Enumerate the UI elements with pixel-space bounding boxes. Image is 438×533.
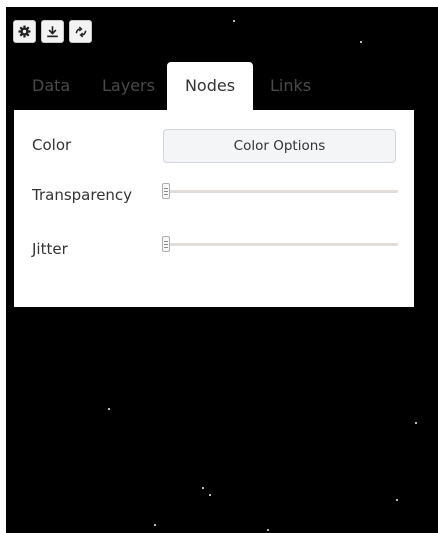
gear-icon <box>18 25 31 38</box>
tab-layers[interactable]: Layers <box>102 62 155 110</box>
star-dot <box>415 422 417 424</box>
tab-nodes[interactable]: Nodes <box>167 62 253 110</box>
tab-bar: Data Layers Nodes Links <box>14 62 414 110</box>
slider-track <box>162 190 398 193</box>
star-dot <box>360 41 362 43</box>
settings-button[interactable] <box>13 20 36 43</box>
color-options-button[interactable]: Color Options <box>163 129 396 163</box>
star-dot <box>233 20 235 22</box>
refresh-icon <box>75 26 86 37</box>
star-dot <box>108 408 110 410</box>
download-icon <box>47 26 58 38</box>
download-button[interactable] <box>41 20 64 43</box>
jitter-slider[interactable] <box>162 236 398 254</box>
jitter-label: Jitter <box>32 240 68 258</box>
refresh-button[interactable] <box>69 20 92 43</box>
transparency-label: Transparency <box>32 186 133 204</box>
star-dot <box>154 524 156 526</box>
star-dot <box>396 499 398 501</box>
star-dot <box>267 529 269 531</box>
color-label: Color <box>32 136 72 154</box>
star-dot <box>209 494 211 496</box>
slider-track <box>162 243 398 246</box>
slider-handle[interactable] <box>162 236 170 252</box>
tab-links[interactable]: Links <box>270 62 311 110</box>
toolbar <box>13 20 92 43</box>
slider-handle[interactable] <box>162 183 170 199</box>
tab-data[interactable]: Data <box>32 62 70 110</box>
transparency-slider[interactable] <box>162 183 398 201</box>
nodes-panel: Color Color Options Transparency Jitter <box>14 110 414 307</box>
star-dot <box>202 487 204 489</box>
